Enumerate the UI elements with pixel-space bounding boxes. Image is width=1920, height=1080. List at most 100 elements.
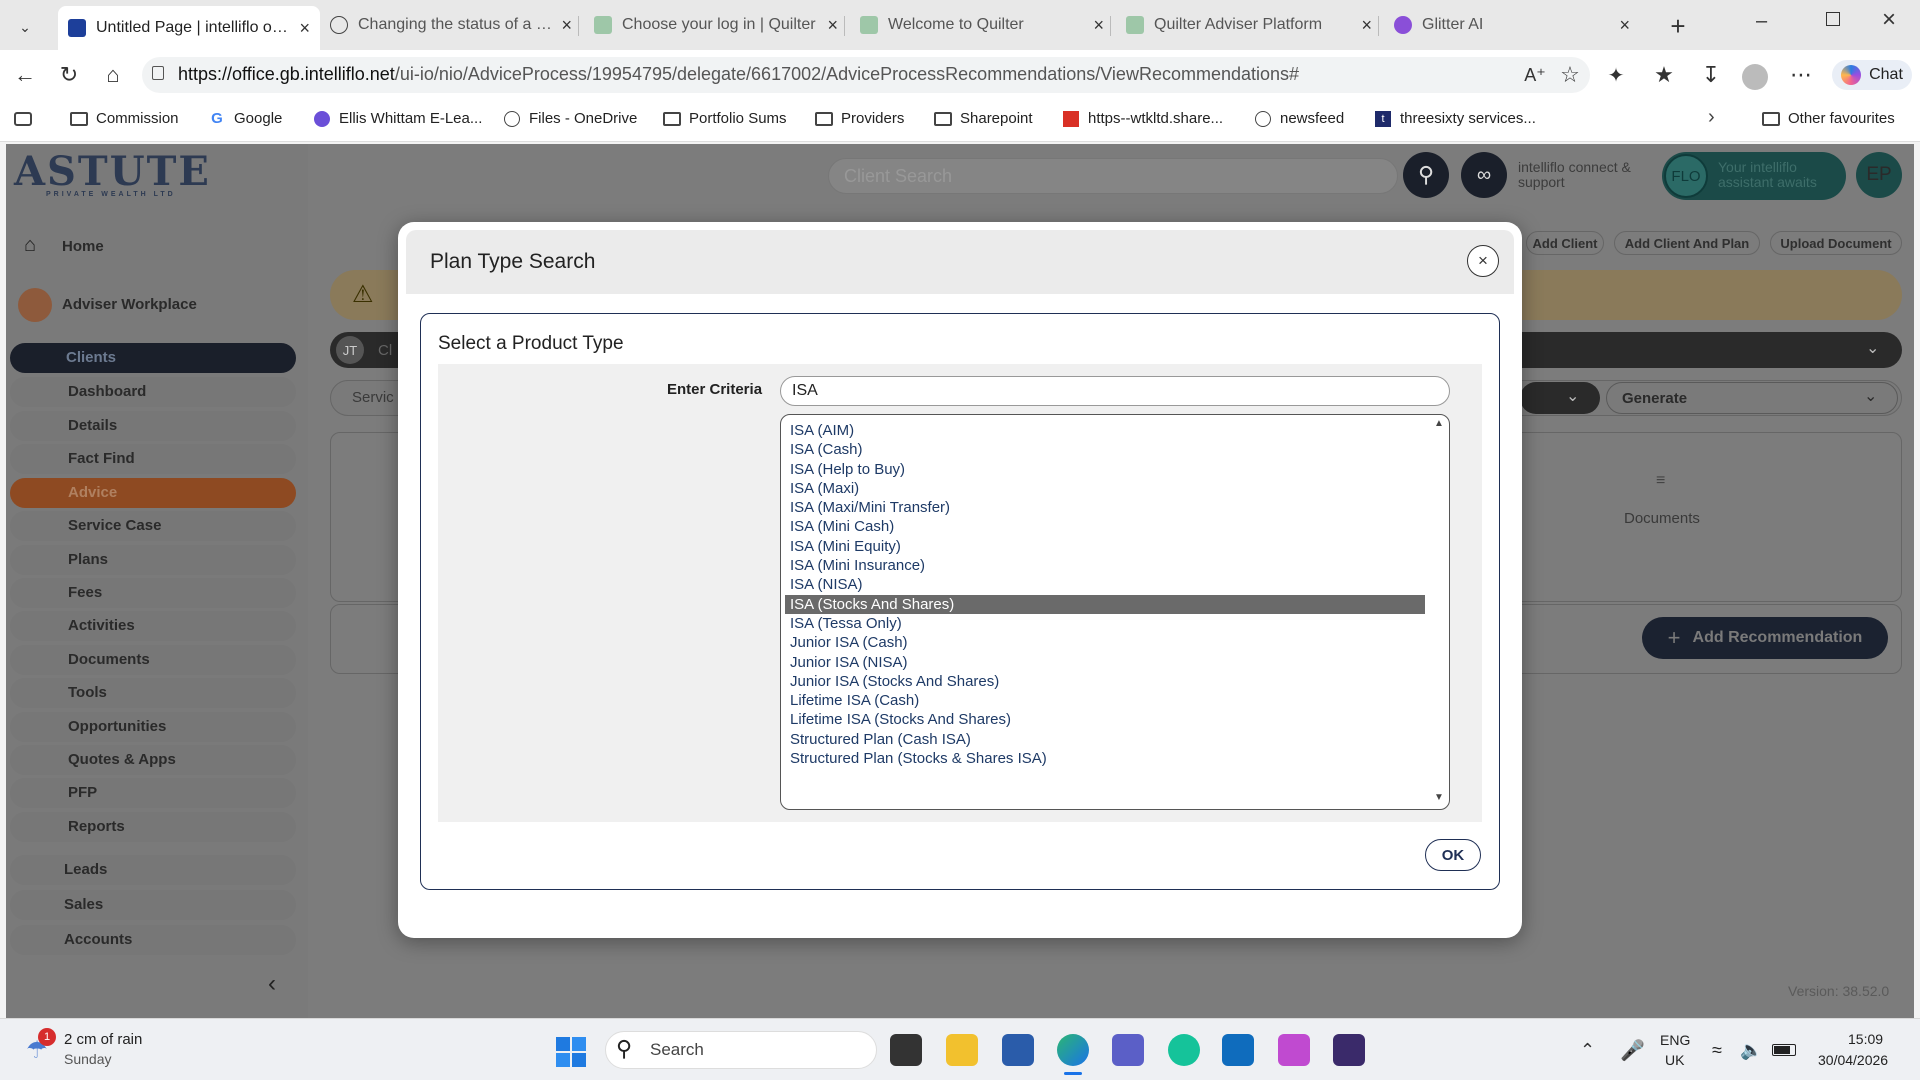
wifi-icon[interactable]: ≈ — [1712, 1040, 1722, 1061]
downloads-icon[interactable]: ↧ — [1698, 62, 1724, 88]
minimize-button[interactable]: – — [1756, 10, 1767, 33]
other-favourites[interactable]: Other favourites — [1762, 110, 1895, 127]
bookmark-1[interactable]: Commission — [70, 110, 179, 127]
battery-icon[interactable] — [1772, 1044, 1796, 1056]
product-type-listbox[interactable]: ISA (AIM) ISA (Cash) ISA (Help to Buy) ISA … — [780, 414, 1450, 810]
clock-time[interactable]: 15:09 — [1848, 1031, 1883, 1047]
edge-icon[interactable] — [1057, 1034, 1089, 1066]
tab-close-icon[interactable]: × — [827, 15, 838, 36]
sidebar-item-leads[interactable]: Leads — [64, 861, 107, 878]
collapse-sidebar-icon[interactable]: ‹ — [268, 970, 276, 998]
user-avatar[interactable]: EP — [1856, 152, 1902, 198]
language-line1[interactable]: ENG — [1660, 1032, 1690, 1048]
lock-icon[interactable] — [152, 66, 164, 80]
restore-button[interactable] — [1826, 12, 1840, 26]
link-icon[interactable]: ∞ — [1461, 152, 1507, 198]
grammarly-icon[interactable] — [1168, 1034, 1200, 1066]
add-client-button[interactable]: Add Client — [1526, 231, 1604, 255]
nav-adviser-workplace[interactable]: Adviser Workplace — [62, 296, 197, 313]
tab-close-icon[interactable]: × — [1093, 15, 1104, 36]
nav-home[interactable]: Home — [62, 238, 104, 255]
profile-icon[interactable] — [1742, 64, 1768, 90]
ok-button[interactable]: OK — [1425, 839, 1481, 871]
favorites-icon[interactable]: ★ — [1651, 62, 1677, 88]
client-initials[interactable]: JT — [336, 336, 364, 364]
refresh-icon[interactable]: ↻ — [56, 62, 82, 88]
home-icon[interactable]: ⌂ — [100, 62, 126, 88]
tab-5[interactable]: Quilter Adviser Platform × — [1116, 6, 1382, 44]
more-options-icon[interactable]: ⋯ — [1788, 62, 1814, 88]
tab-3[interactable]: Choose your log in | Quilter × — [584, 6, 848, 44]
sidebar-item-quotes-apps[interactable]: Quotes & Apps — [68, 751, 176, 768]
list-item[interactable]: ISA (Stocks And Shares) — [785, 594, 1425, 614]
sidebar-item-activities[interactable]: Activities — [68, 617, 135, 634]
show-hidden-icons[interactable]: ⌃ — [1580, 1040, 1595, 1061]
documents-tab[interactable]: Documents — [1624, 510, 1700, 527]
read-aloud-icon[interactable]: A⁺ — [1522, 62, 1548, 88]
bookmark-3[interactable]: Ellis Whittam E-Lea... — [313, 110, 482, 127]
bookmark-9[interactable]: newsfeed — [1254, 110, 1344, 127]
tab-2[interactable]: Changing the status of a plan × — [320, 6, 582, 44]
extensions-icon[interactable]: ✦ — [1603, 62, 1629, 88]
task-view-icon[interactable] — [890, 1034, 922, 1066]
outlook-icon[interactable] — [1222, 1034, 1254, 1066]
weather-line1[interactable]: 2 cm of rain — [64, 1031, 142, 1048]
sidebar-item-clients[interactable]: Clients — [66, 349, 116, 366]
copilot-chat-button[interactable]: Chat — [1832, 60, 1912, 90]
url-text[interactable]: https://office.gb.intelliflo.net/ui-io/n… — [178, 64, 1299, 85]
list-item[interactable]: Lifetime ISA (Stocks And Shares) — [785, 710, 1425, 729]
connect-support-link[interactable]: intelliflo connect & support — [1518, 160, 1646, 190]
sidebar-item-accounts[interactable]: Accounts — [64, 931, 132, 948]
sidebar-item-reports[interactable]: Reports — [68, 818, 125, 835]
sidebar-item-fees[interactable]: Fees — [68, 584, 102, 601]
sidebar-item-opportunities[interactable]: Opportunities — [68, 718, 166, 735]
sidebar-item-plans[interactable]: Plans — [68, 551, 108, 568]
list-item[interactable]: ISA (Mini Insurance) — [785, 556, 1425, 575]
glitter-app-icon[interactable] — [1333, 1034, 1365, 1066]
list-item[interactable]: ISA (AIM) — [785, 421, 1425, 440]
windows-start-icon[interactable] — [556, 1037, 586, 1067]
sidebar-item-dashboard[interactable]: Dashboard — [68, 383, 146, 400]
sidebar-item-documents[interactable]: Documents — [68, 651, 150, 668]
service-select[interactable] — [1520, 382, 1600, 414]
store-icon[interactable] — [1002, 1034, 1034, 1066]
sidebar-item-details[interactable]: Details — [68, 417, 117, 434]
astute-logo[interactable]: ASTUTE PRIVATE WEALTH LTD — [14, 148, 211, 198]
tab-close-icon[interactable]: × — [1361, 15, 1372, 36]
close-dialog-button[interactable]: × — [1467, 245, 1499, 277]
taskbar-search[interactable] — [605, 1031, 877, 1069]
tab-search-button[interactable]: ⌄ — [10, 14, 40, 40]
bookmark-2[interactable]: G Google — [208, 110, 282, 127]
sidebar-item-advice[interactable]: Advice — [68, 484, 117, 501]
list-item[interactable]: Structured Plan (Cash ISA) — [785, 730, 1425, 749]
tab-close-icon[interactable]: × — [561, 15, 572, 36]
sidebar-item-tools[interactable]: Tools — [68, 684, 107, 701]
add-recommendation-button[interactable]: + Add Recommendation — [1642, 617, 1888, 659]
list-item[interactable]: Structured Plan (Stocks & Shares ISA) — [785, 749, 1425, 768]
volume-icon[interactable]: 🔈 — [1740, 1040, 1762, 1061]
list-item[interactable]: Junior ISA (Stocks And Shares) — [785, 672, 1425, 691]
microphone-icon[interactable]: 🎤 — [1620, 1038, 1645, 1063]
list-item[interactable]: ISA (Tessa Only) — [785, 614, 1425, 633]
list-item[interactable]: ISA (Cash) — [785, 440, 1425, 459]
bookmark-7[interactable]: Sharepoint — [934, 110, 1033, 127]
sidebar-item-fact-find[interactable]: Fact Find — [68, 450, 135, 467]
tab-close-icon[interactable]: × — [299, 18, 310, 39]
upload-document-button[interactable]: Upload Document — [1770, 231, 1902, 255]
scroll-up-icon[interactable]: ▲ — [1434, 418, 1444, 429]
list-item[interactable]: ISA (Maxi/Mini Transfer) — [785, 498, 1425, 517]
list-item[interactable]: ISA (Mini Equity) — [785, 537, 1425, 556]
collections-icon[interactable] — [14, 112, 32, 126]
list-item[interactable]: ISA (NISA) — [785, 575, 1425, 594]
list-item[interactable]: Lifetime ISA (Cash) — [785, 691, 1425, 710]
list-item[interactable]: ISA (Mini Cash) — [785, 517, 1425, 536]
list-item[interactable]: Junior ISA (NISA) — [785, 653, 1425, 672]
sidebar-item-service-case[interactable]: Service Case — [68, 517, 161, 534]
file-explorer-icon[interactable] — [946, 1034, 978, 1066]
listbox-scrollbar[interactable] — [1432, 415, 1448, 809]
favorite-star-icon[interactable]: ☆ — [1557, 62, 1583, 88]
sidebar-item-pfp[interactable]: PFP — [68, 784, 97, 801]
list-item[interactable]: ISA (Help to Buy) — [785, 460, 1425, 479]
back-icon[interactable]: ← — [12, 62, 38, 88]
tab-close-icon[interactable]: × — [1619, 15, 1630, 36]
